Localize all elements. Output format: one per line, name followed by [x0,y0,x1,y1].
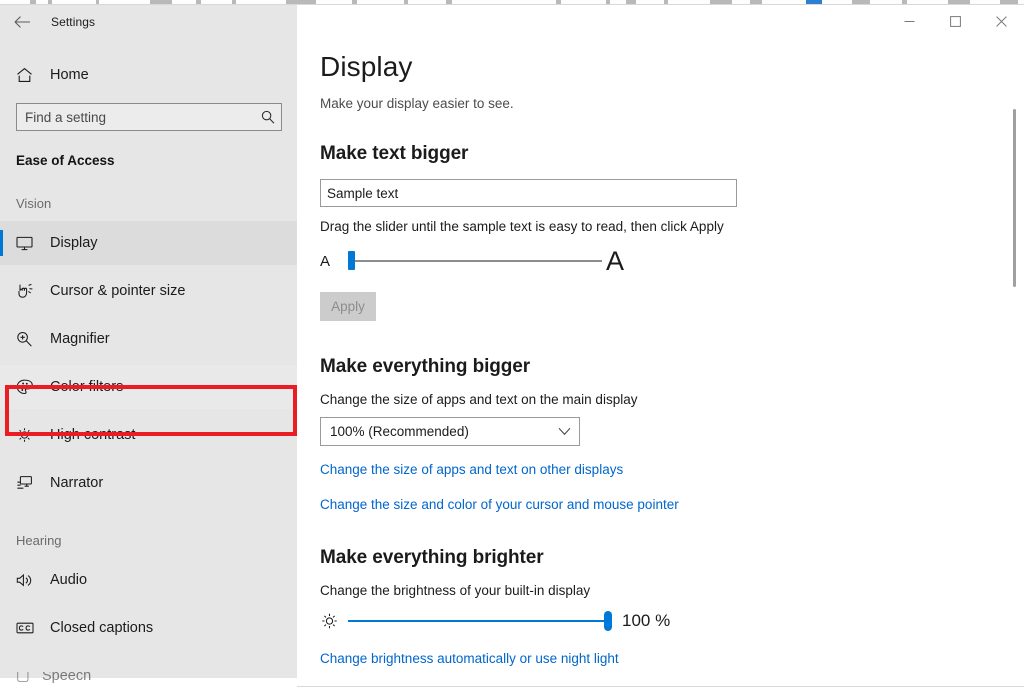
text-size-max-label: A [606,245,625,276]
apply-button[interactable]: Apply [320,292,376,321]
text-size-slider-thumb[interactable] [348,251,355,270]
cutoff-icon: ▢ [16,672,30,684]
sidebar-item-home-label: Home [50,67,89,83]
narrator-icon [16,475,42,491]
sidebar-item-magnifier[interactable]: Magnifier [0,317,297,361]
sample-text-box[interactable] [320,179,737,207]
text-size-min-label: A [320,252,331,270]
monitor-icon [16,236,42,251]
brightness-slider-track[interactable] [348,610,612,632]
sample-text-input[interactable] [321,185,736,201]
sidebar-category-title: Ease of Access [16,153,115,168]
search-input[interactable] [17,109,255,125]
home-icon [16,67,44,83]
search-icon[interactable] [255,110,281,124]
palette-icon [16,379,42,395]
brightness-sun-icon [320,612,346,630]
main-content-pane: Display Make your display easier to see.… [297,5,1024,678]
section-heading-make-everything-bigger: Make everything bigger [320,356,531,377]
sidebar-item-color-filters-label: Color filters [50,379,124,395]
window-titlebar-left: Settings [0,5,297,39]
cutoff-label: Speech [42,672,92,684]
sun-contrast-icon [16,427,42,443]
text-slider-hint: Drag the slider until the sample text is… [320,219,724,234]
sidebar-group-hearing-label: Hearing [16,533,62,548]
sidebar-item-display-label: Display [50,235,98,251]
section-heading-make-text-bigger: Make text bigger [320,143,469,164]
text-size-slider[interactable]: A A [320,246,1010,276]
sidebar-item-narrator[interactable]: Narrator [0,461,297,505]
speaker-icon [16,573,42,588]
section-heading-make-everything-brighter: Make everything brighter [320,547,544,568]
sidebar-item-magnifier-label: Magnifier [50,331,110,347]
sidebar-item-display[interactable]: Display [0,221,297,265]
selection-accent-bar [0,230,3,256]
sidebar-item-home[interactable]: Home [0,55,297,95]
text-size-slider-track[interactable] [340,250,602,272]
link-other-displays[interactable]: Change the size of apps and text on othe… [320,462,1010,477]
sidebar-item-high-contrast-label: High contrast [50,427,136,443]
brightness-slider[interactable]: 100 % [320,607,1010,635]
brightness-value-label: 100 % [622,611,671,630]
link-cursor-pointer[interactable]: Change the size and color of your cursor… [320,497,1010,512]
search-box[interactable] [16,103,282,131]
sidebar-item-audio-label: Audio [50,572,88,588]
sidebar-item-color-filters[interactable]: Color filters [0,365,297,409]
sidebar-item-narrator-label: Narrator [50,475,104,491]
sidebar-item-closed-captions[interactable]: Closed captions [0,606,297,650]
text-size-track-line [350,260,602,262]
sidebar-item-high-contrast[interactable]: High contrast [0,413,297,457]
sidebar-item-cursor-pointer-size[interactable]: Cursor & pointer size [0,269,297,313]
cursor-pointer-icon [16,283,42,299]
settings-window: Settings Home Ease of Access Vision [0,0,1024,687]
link-night-light[interactable]: Change brightness automatically or use n… [320,651,1010,666]
sidebar-item-closed-captions-label: Closed captions [50,620,154,636]
scale-dropdown-label: Change the size of apps and text on the … [320,392,638,407]
sidebar: Settings Home Ease of Access Vision [0,5,297,684]
sidebar-group-vision-label: Vision [16,196,52,211]
scrollbar-thumb[interactable] [1013,109,1016,287]
closed-captions-icon [16,621,42,635]
sidebar-item-partial-cutoff[interactable]: ▢ Speech [16,672,216,684]
brightness-slider-thumb[interactable] [604,611,612,631]
scale-dropdown-value: 100% (Recommended) [330,424,469,439]
chevron-down-icon[interactable] [558,427,571,436]
back-arrow-icon[interactable] [0,6,44,38]
page-title: Display [320,51,413,82]
brightness-slider-label: Change the brightness of your built-in d… [320,583,591,598]
app-title: Settings [51,15,96,29]
brightness-track-line [348,620,608,622]
sidebar-item-cursor-pointer-size-label: Cursor & pointer size [50,283,186,299]
magnifier-icon [16,331,42,347]
settings-content: Display Make your display easier to see.… [320,5,1010,666]
vertical-scrollbar[interactable] [1009,47,1020,681]
page-subtitle: Make your display easier to see. [320,96,514,111]
sidebar-item-audio[interactable]: Audio [0,558,297,602]
scale-dropdown[interactable]: 100% (Recommended) [320,417,580,446]
